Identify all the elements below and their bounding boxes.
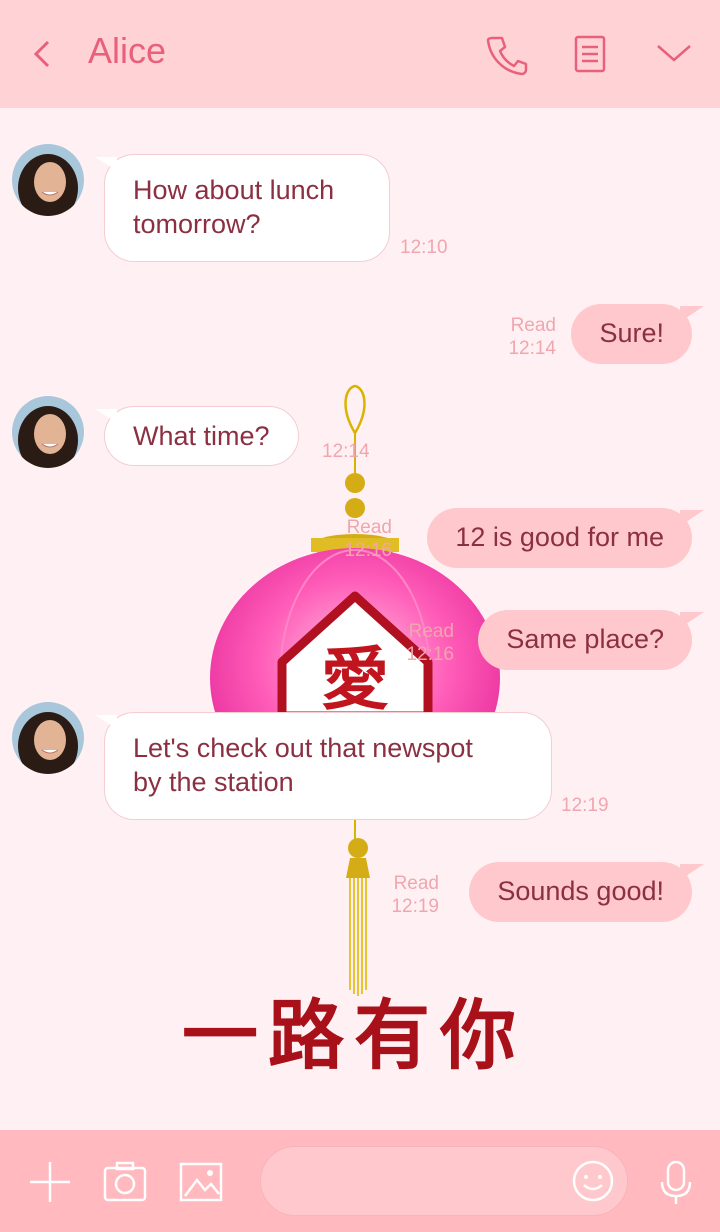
read-label: Read xyxy=(408,621,454,642)
message-text-line: Let's check out that newspot xyxy=(133,733,473,763)
message-read-status: Read 12:19 xyxy=(391,872,439,918)
back-icon[interactable] xyxy=(28,34,58,74)
message-time: 12:16 xyxy=(406,644,454,665)
read-label: Read xyxy=(510,315,556,336)
message-time: 12:19 xyxy=(391,896,439,917)
avatar-photo xyxy=(12,144,84,216)
message-read-status: Read 12:14 xyxy=(508,314,556,360)
phone-icon[interactable] xyxy=(482,30,530,78)
message-read-status: Read 12:16 xyxy=(344,516,392,562)
image-icon[interactable] xyxy=(177,1158,225,1206)
chat-header: Alice xyxy=(0,0,720,108)
avatar[interactable] xyxy=(12,144,84,216)
plus-icon[interactable] xyxy=(26,1158,74,1206)
message-text: What time? xyxy=(133,421,270,451)
message-bubble-outgoing[interactable]: Sounds good! xyxy=(469,862,704,922)
message-bubble-incoming[interactable]: What time? xyxy=(95,406,299,466)
contact-name[interactable]: Alice xyxy=(88,30,166,72)
slogan-text: 一路有你 xyxy=(182,991,526,1080)
message-time: 12:14 xyxy=(322,441,370,462)
camera-icon[interactable] xyxy=(101,1158,149,1206)
message-bubble-outgoing[interactable]: Same place? xyxy=(478,610,704,670)
chevron-down-icon[interactable] xyxy=(650,30,698,78)
microphone-icon[interactable] xyxy=(652,1158,700,1206)
avatar-photo xyxy=(12,396,84,468)
emoji-icon[interactable] xyxy=(571,1159,615,1203)
message-text-line: by the station xyxy=(133,767,294,797)
message-time: 12:16 xyxy=(344,540,392,561)
read-label: Read xyxy=(346,517,392,538)
message-time: 12:19 xyxy=(561,795,609,816)
message-text: 12 is good for me xyxy=(455,522,664,552)
chat-area[interactable]: 愛 一路有你 How about lunch tomorrow? 12:10 R… xyxy=(0,108,720,1130)
message-text: Sure! xyxy=(599,318,664,348)
message-bubble-outgoing[interactable]: 12 is good for me xyxy=(427,508,704,568)
message-text-line: How about lunch xyxy=(133,175,335,205)
message-text-line: tomorrow? xyxy=(133,209,261,239)
message-text: Sounds good! xyxy=(497,876,664,906)
notes-icon[interactable] xyxy=(566,30,614,78)
read-label: Read xyxy=(393,873,439,894)
message-read-status: Read 12:16 xyxy=(406,620,454,666)
avatar[interactable] xyxy=(12,702,84,774)
message-time: 12:14 xyxy=(508,338,556,359)
message-input-bar xyxy=(0,1130,720,1232)
avatar-photo xyxy=(12,702,84,774)
message-time: 12:10 xyxy=(400,237,448,258)
message-bubble-incoming[interactable]: Let's check out that newspot by the stat… xyxy=(95,712,552,820)
message-bubble-outgoing[interactable]: Sure! xyxy=(571,304,704,364)
avatar[interactable] xyxy=(12,396,84,468)
message-text: Same place? xyxy=(506,624,664,654)
message-bubble-incoming[interactable]: How about lunch tomorrow? xyxy=(95,154,390,262)
message-input[interactable] xyxy=(260,1146,628,1216)
lantern-character: 愛 xyxy=(321,641,389,720)
